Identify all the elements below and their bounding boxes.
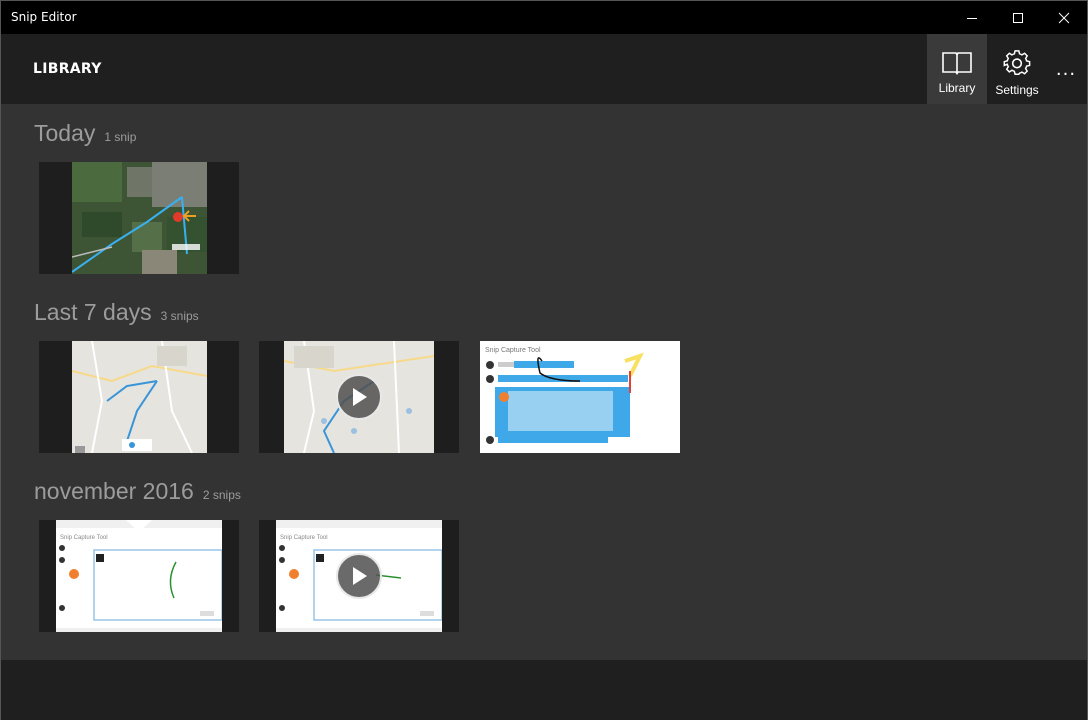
settings-button-label: Settings xyxy=(995,83,1039,97)
group-header-today: Today 1 snip xyxy=(34,120,136,147)
settings-button[interactable]: Settings xyxy=(987,34,1047,104)
document-dialog-image: Snip Capture Tool xyxy=(56,520,222,632)
group-title: Today xyxy=(34,120,96,146)
play-button[interactable] xyxy=(336,374,382,420)
snip-thumbnail[interactable]: Snip Capture Tool xyxy=(480,341,680,453)
play-button[interactable] xyxy=(336,553,382,599)
group-count: 2 snips xyxy=(202,488,241,502)
title-bar: Snip Editor xyxy=(1,1,1087,34)
command-bar: LIBRARY Library Settings ... xyxy=(1,34,1087,104)
annotated-document-image: Snip Capture Tool xyxy=(480,341,680,453)
group-title: Last 7 days xyxy=(34,299,152,325)
play-icon xyxy=(353,567,367,585)
satellite-map-image xyxy=(72,162,207,274)
minimize-icon xyxy=(967,17,977,19)
close-icon xyxy=(1058,12,1070,23)
street-map-image xyxy=(72,341,207,453)
snip-thumbnail[interactable] xyxy=(39,162,239,274)
document-dialog-graphic: Snip Capture Tool xyxy=(56,520,222,632)
group-count: 1 snip xyxy=(104,130,137,144)
group-header-november-2016: november 2016 2 snips xyxy=(34,478,241,505)
group-title: november 2016 xyxy=(34,478,194,504)
snip-thumbnail[interactable] xyxy=(39,341,239,453)
more-options-button[interactable]: ... xyxy=(1051,54,1081,84)
app-window: Snip Editor LIBRARY Library Settings ...… xyxy=(0,0,1088,720)
page-title: LIBRARY xyxy=(33,61,102,77)
close-button[interactable] xyxy=(1041,1,1087,34)
maximize-button[interactable] xyxy=(995,1,1041,34)
book-icon xyxy=(942,52,972,75)
doc-title: Snip Capture Tool xyxy=(485,347,541,354)
window-title: Snip Editor xyxy=(11,10,77,24)
gear-icon xyxy=(1003,50,1031,76)
group-count: 3 snips xyxy=(160,309,199,323)
play-icon xyxy=(353,388,367,406)
street-map-graphic xyxy=(72,341,207,453)
library-content: Today 1 snip Last 7 days 3 snips Snip Ca… xyxy=(1,104,1087,660)
library-button-label: Library xyxy=(938,81,976,95)
annotated-document-graphic: Snip Capture Tool xyxy=(485,347,644,444)
doc-title: Snip Capture Tool xyxy=(60,535,108,541)
satellite-map-graphic xyxy=(72,162,207,274)
group-header-last-7-days: Last 7 days 3 snips xyxy=(34,299,199,326)
library-button[interactable]: Library xyxy=(927,34,987,104)
snip-thumbnail-video[interactable]: Snip Capture Tool xyxy=(259,520,459,632)
snip-thumbnail[interactable]: Snip Capture Tool xyxy=(39,520,239,632)
bottom-bar xyxy=(1,660,1087,720)
maximize-icon xyxy=(1013,12,1023,23)
minimize-button[interactable] xyxy=(949,1,995,34)
doc-title: Snip Capture Tool xyxy=(280,535,328,541)
snip-thumbnail-video[interactable] xyxy=(259,341,459,453)
